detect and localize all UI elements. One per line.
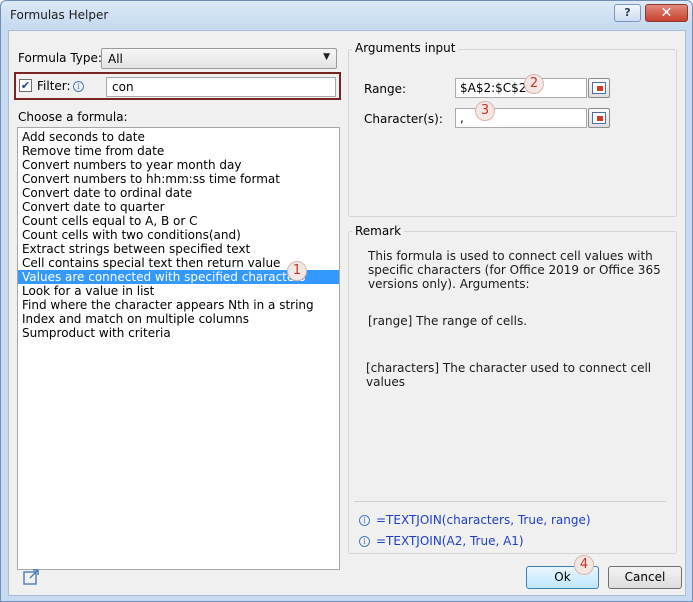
remark-group-title: Remark xyxy=(352,224,405,238)
callout-badge-2: 2 xyxy=(524,74,544,94)
formula-list-item[interactable]: Look for a value in list xyxy=(18,284,339,298)
formula-list-item[interactable]: Extract strings between specified text xyxy=(18,242,339,256)
formula-type-label: Formula Type: xyxy=(18,51,102,65)
characters-select-button[interactable] xyxy=(588,108,610,128)
formula-list-item[interactable]: Add seconds to date xyxy=(18,130,339,144)
arguments-group xyxy=(348,49,677,217)
info-icon: i xyxy=(359,536,370,547)
characters-label: Character(s): xyxy=(364,112,443,126)
info-icon: i xyxy=(73,81,84,92)
external-link-icon[interactable] xyxy=(22,568,40,586)
info-icon: i xyxy=(359,515,370,526)
formula-list-item[interactable]: Find where the character appears Nth in … xyxy=(18,298,339,312)
remark-separator xyxy=(354,501,666,502)
cancel-button[interactable]: Cancel xyxy=(608,566,682,589)
remark-line-2: specific characters (for Office 2019 or … xyxy=(368,263,661,277)
remark-range-desc: [range] The range of cells. xyxy=(368,314,528,328)
remark-chars-desc-1: [characters] The character used to conne… xyxy=(366,361,652,375)
callout-badge-1: 1 xyxy=(287,261,307,281)
remark-line-3: versions only). Arguments: xyxy=(368,277,530,291)
range-label: Range: xyxy=(364,82,407,96)
filter-input[interactable]: con xyxy=(106,77,336,97)
chevron-down-icon: ▼ xyxy=(323,52,330,62)
cell-reference-icon xyxy=(592,82,606,94)
help-button[interactable]: ? xyxy=(614,4,641,22)
formula-syntax: =TEXTJOIN(characters, True, range) xyxy=(376,513,591,527)
remark-chars-desc-2: values xyxy=(366,375,406,389)
formula-list-item[interactable]: Convert date to ordinal date xyxy=(18,186,339,200)
window-title: Formulas Helper xyxy=(10,8,109,22)
filter-row: ✔ Filter: i con xyxy=(14,72,341,100)
close-button[interactable]: ✕ xyxy=(645,4,688,22)
range-select-button[interactable] xyxy=(588,78,610,98)
formula-list-item[interactable]: Convert date to quarter xyxy=(18,200,339,214)
formula-list-item[interactable]: Count cells equal to A, B or C xyxy=(18,214,339,228)
filter-label: Filter: xyxy=(37,79,71,93)
formula-example: =TEXTJOIN(A2, True, A1) xyxy=(376,534,524,548)
formula-type-value: All xyxy=(108,52,123,66)
formula-list-item[interactable]: Convert numbers to year month day xyxy=(18,158,339,172)
dialog-body: Formula Type: All ▼ ✔ Filter: i con Choo… xyxy=(8,30,686,596)
filter-checkbox[interactable]: ✔ xyxy=(19,79,32,92)
callout-badge-4: 4 xyxy=(574,555,594,575)
range-input[interactable]: $A$2:$C$2 xyxy=(455,78,587,98)
formula-list-item[interactable]: Count cells with two conditions(and) xyxy=(18,228,339,242)
formula-list-item[interactable]: Index and match on multiple columns xyxy=(18,312,339,326)
choose-formula-label: Choose a formula: xyxy=(18,110,128,124)
title-bar[interactable]: Formulas Helper ? ✕ xyxy=(1,1,692,29)
formulas-helper-dialog: Formulas Helper ? ✕ Formula Type: All ▼ … xyxy=(0,0,693,602)
formula-list[interactable]: Add seconds to date Remove time from date… xyxy=(17,127,340,570)
cell-reference-icon xyxy=(592,112,606,124)
arguments-group-title: Arguments input xyxy=(352,41,459,55)
callout-badge-3: 3 xyxy=(475,101,495,121)
formula-type-select[interactable]: All ▼ xyxy=(101,48,337,69)
formula-list-item[interactable]: Convert numbers to hh:mm:ss time format xyxy=(18,172,339,186)
remark-line-1: This formula is used to connect cell val… xyxy=(368,249,653,263)
formula-list-item[interactable]: Sumproduct with criteria xyxy=(18,326,339,340)
formula-list-item[interactable]: Remove time from date xyxy=(18,144,339,158)
